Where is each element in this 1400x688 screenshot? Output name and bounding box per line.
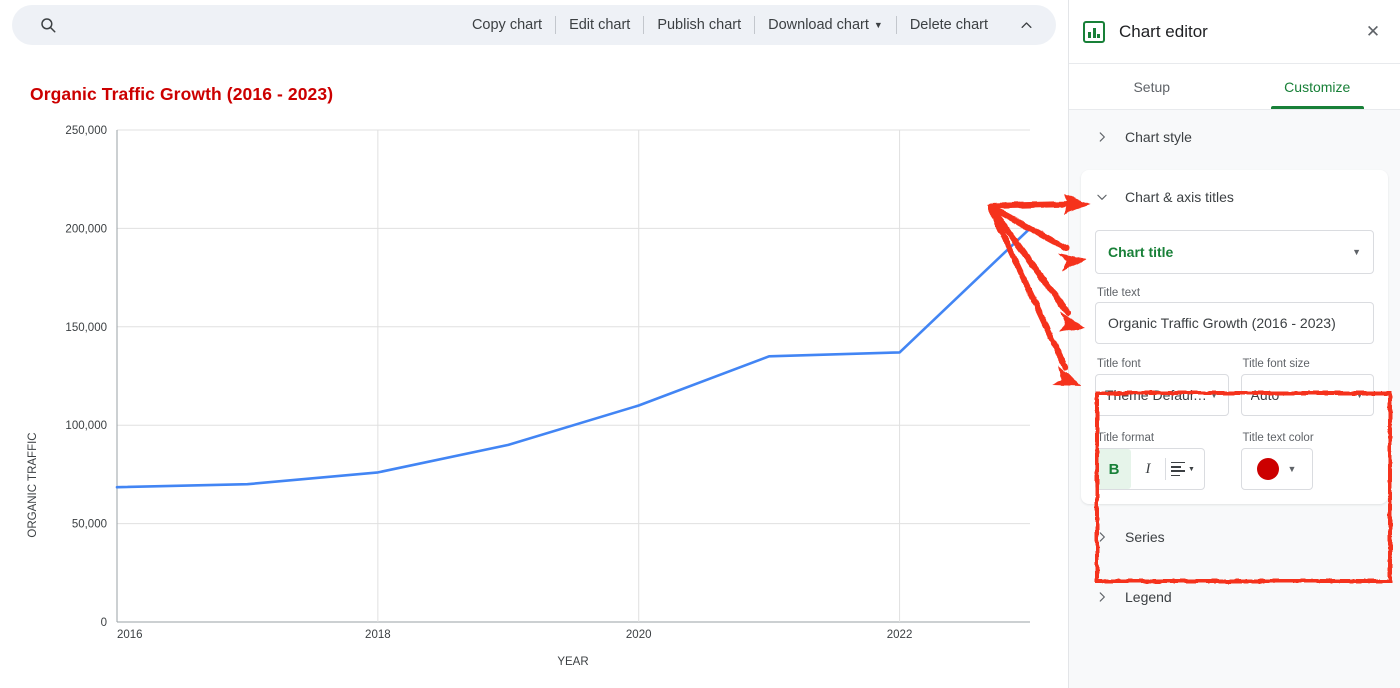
section-series[interactable]: Series <box>1069 510 1400 564</box>
toolbar-actions: Copy chart Edit chart Publish chart Down… <box>459 15 1056 35</box>
section-chart-style-label: Chart style <box>1125 129 1192 145</box>
y-axis-tick-labels: 250,000 200,000 150,000 100,000 50,000 0 <box>65 125 107 629</box>
title-text-color-picker[interactable]: ▼ <box>1241 448 1313 490</box>
chevron-right-icon <box>1091 530 1113 544</box>
title-format-toolbar: B I ▼ <box>1095 448 1205 490</box>
tab-customize[interactable]: Customize <box>1235 64 1400 109</box>
chart-editor-title: Chart editor <box>1119 22 1360 42</box>
dropdown-arrow-icon: ▼ <box>1355 390 1364 400</box>
edit-chart-button[interactable]: Edit chart <box>556 15 643 35</box>
title-target-select[interactable]: Chart title ▼ <box>1095 230 1374 274</box>
chevron-up-icon <box>1019 18 1034 33</box>
chart-title: Organic Traffic Growth (2016 - 2023) <box>30 84 333 105</box>
section-chart-axis-titles-label: Chart & axis titles <box>1125 189 1234 205</box>
section-legend[interactable]: Legend <box>1069 570 1400 624</box>
data-series-line <box>117 228 1030 487</box>
title-font-label: Title font <box>1097 358 1229 370</box>
chart-preview-pane: Copy chart Edit chart Publish chart Down… <box>0 0 1068 688</box>
dropdown-arrow-icon: ▼ <box>1210 390 1219 400</box>
x-axis-title: YEAR <box>557 656 588 668</box>
y-tick-label: 250,000 <box>65 125 107 137</box>
x-tick-label: 2022 <box>887 629 913 641</box>
y-axis-title: ORGANIC TRAFFIC <box>27 432 39 537</box>
download-chart-label: Download chart <box>768 15 869 35</box>
title-text-color-label: Title text color <box>1243 432 1375 444</box>
chart-editor-body: Chart style Chart & axis titles Chart ti… <box>1069 110 1400 624</box>
close-icon[interactable]: ✕ <box>1360 19 1386 45</box>
y-tick-label: 150,000 <box>65 322 107 334</box>
bold-button[interactable]: B <box>1097 449 1131 489</box>
chevron-down-icon <box>1091 190 1113 204</box>
y-tick-label: 50,000 <box>72 519 107 531</box>
title-font-select[interactable]: Theme Defaul… ▼ <box>1095 374 1229 416</box>
title-format-label: Title format <box>1097 432 1229 444</box>
title-target-value: Chart title <box>1108 244 1352 260</box>
chart-editor-page: Copy chart Edit chart Publish chart Down… <box>0 0 1400 688</box>
download-chart-button[interactable]: Download chart ▼ <box>755 15 896 35</box>
chart-gridlines <box>117 130 1030 622</box>
x-tick-label: 2016 <box>117 629 143 641</box>
x-tick-label: 2018 <box>365 629 391 641</box>
chevron-down-icon: ▼ <box>874 15 883 35</box>
tab-setup[interactable]: Setup <box>1069 64 1235 109</box>
italic-button[interactable]: I <box>1131 449 1165 489</box>
y-tick-label: 200,000 <box>65 223 107 235</box>
y-tick-label: 100,000 <box>65 420 107 432</box>
title-font-size-group: Title font size Auto ▼ <box>1241 358 1375 416</box>
collapse-toolbar-button[interactable] <box>1001 18 1042 33</box>
align-left-icon[interactable]: ▼ <box>1166 449 1200 489</box>
title-font-group: Title font Theme Defaul… ▼ <box>1095 358 1229 416</box>
title-text-color-group: Title text color ▼ <box>1241 432 1375 490</box>
section-legend-label: Legend <box>1125 589 1172 605</box>
chart-editor-header: Chart editor ✕ <box>1069 0 1400 64</box>
dropdown-arrow-icon: ▼ <box>1288 464 1297 474</box>
search-icon[interactable] <box>26 5 70 45</box>
section-chart-style[interactable]: Chart style <box>1069 110 1400 164</box>
title-font-size-value: Auto <box>1251 387 1356 403</box>
dropdown-arrow-icon: ▼ <box>1352 247 1361 257</box>
chevron-right-icon <box>1091 130 1113 144</box>
title-text-input[interactable]: Organic Traffic Growth (2016 - 2023) <box>1095 302 1374 344</box>
y-tick-label: 0 <box>101 617 107 629</box>
chart-icon <box>1083 21 1105 43</box>
chart-editor-panel: Chart editor ✕ Setup Customize Chart sty… <box>1068 0 1400 688</box>
section-series-label: Series <box>1125 529 1165 545</box>
title-font-value: Theme Defaul… <box>1105 387 1210 403</box>
chart-toolbar: Copy chart Edit chart Publish chart Down… <box>12 5 1056 45</box>
x-tick-label: 2020 <box>626 629 652 641</box>
chevron-right-icon <box>1091 590 1113 604</box>
publish-chart-button[interactable]: Publish chart <box>644 15 754 35</box>
copy-chart-button[interactable]: Copy chart <box>459 15 555 35</box>
card-chart-axis-titles: Chart & axis titles Chart title ▼ Title … <box>1081 170 1388 504</box>
title-text-label: Title text <box>1097 287 1374 299</box>
chart-editor-tabs: Setup Customize <box>1069 64 1400 110</box>
title-font-size-label: Title font size <box>1243 358 1375 370</box>
x-axis-tick-labels: 2016 2018 2020 2022 <box>117 629 912 641</box>
color-swatch-icon <box>1257 458 1279 480</box>
chevron-down-icon: ▼ <box>1188 466 1195 473</box>
title-format-group: Title format B I ▼ <box>1095 432 1229 490</box>
delete-chart-button[interactable]: Delete chart <box>897 15 1001 35</box>
line-chart: 250,000 200,000 150,000 100,000 50,000 0 2016… <box>0 110 1068 680</box>
section-chart-axis-titles[interactable]: Chart & axis titles <box>1081 170 1388 224</box>
title-font-size-select[interactable]: Auto ▼ <box>1241 374 1375 416</box>
